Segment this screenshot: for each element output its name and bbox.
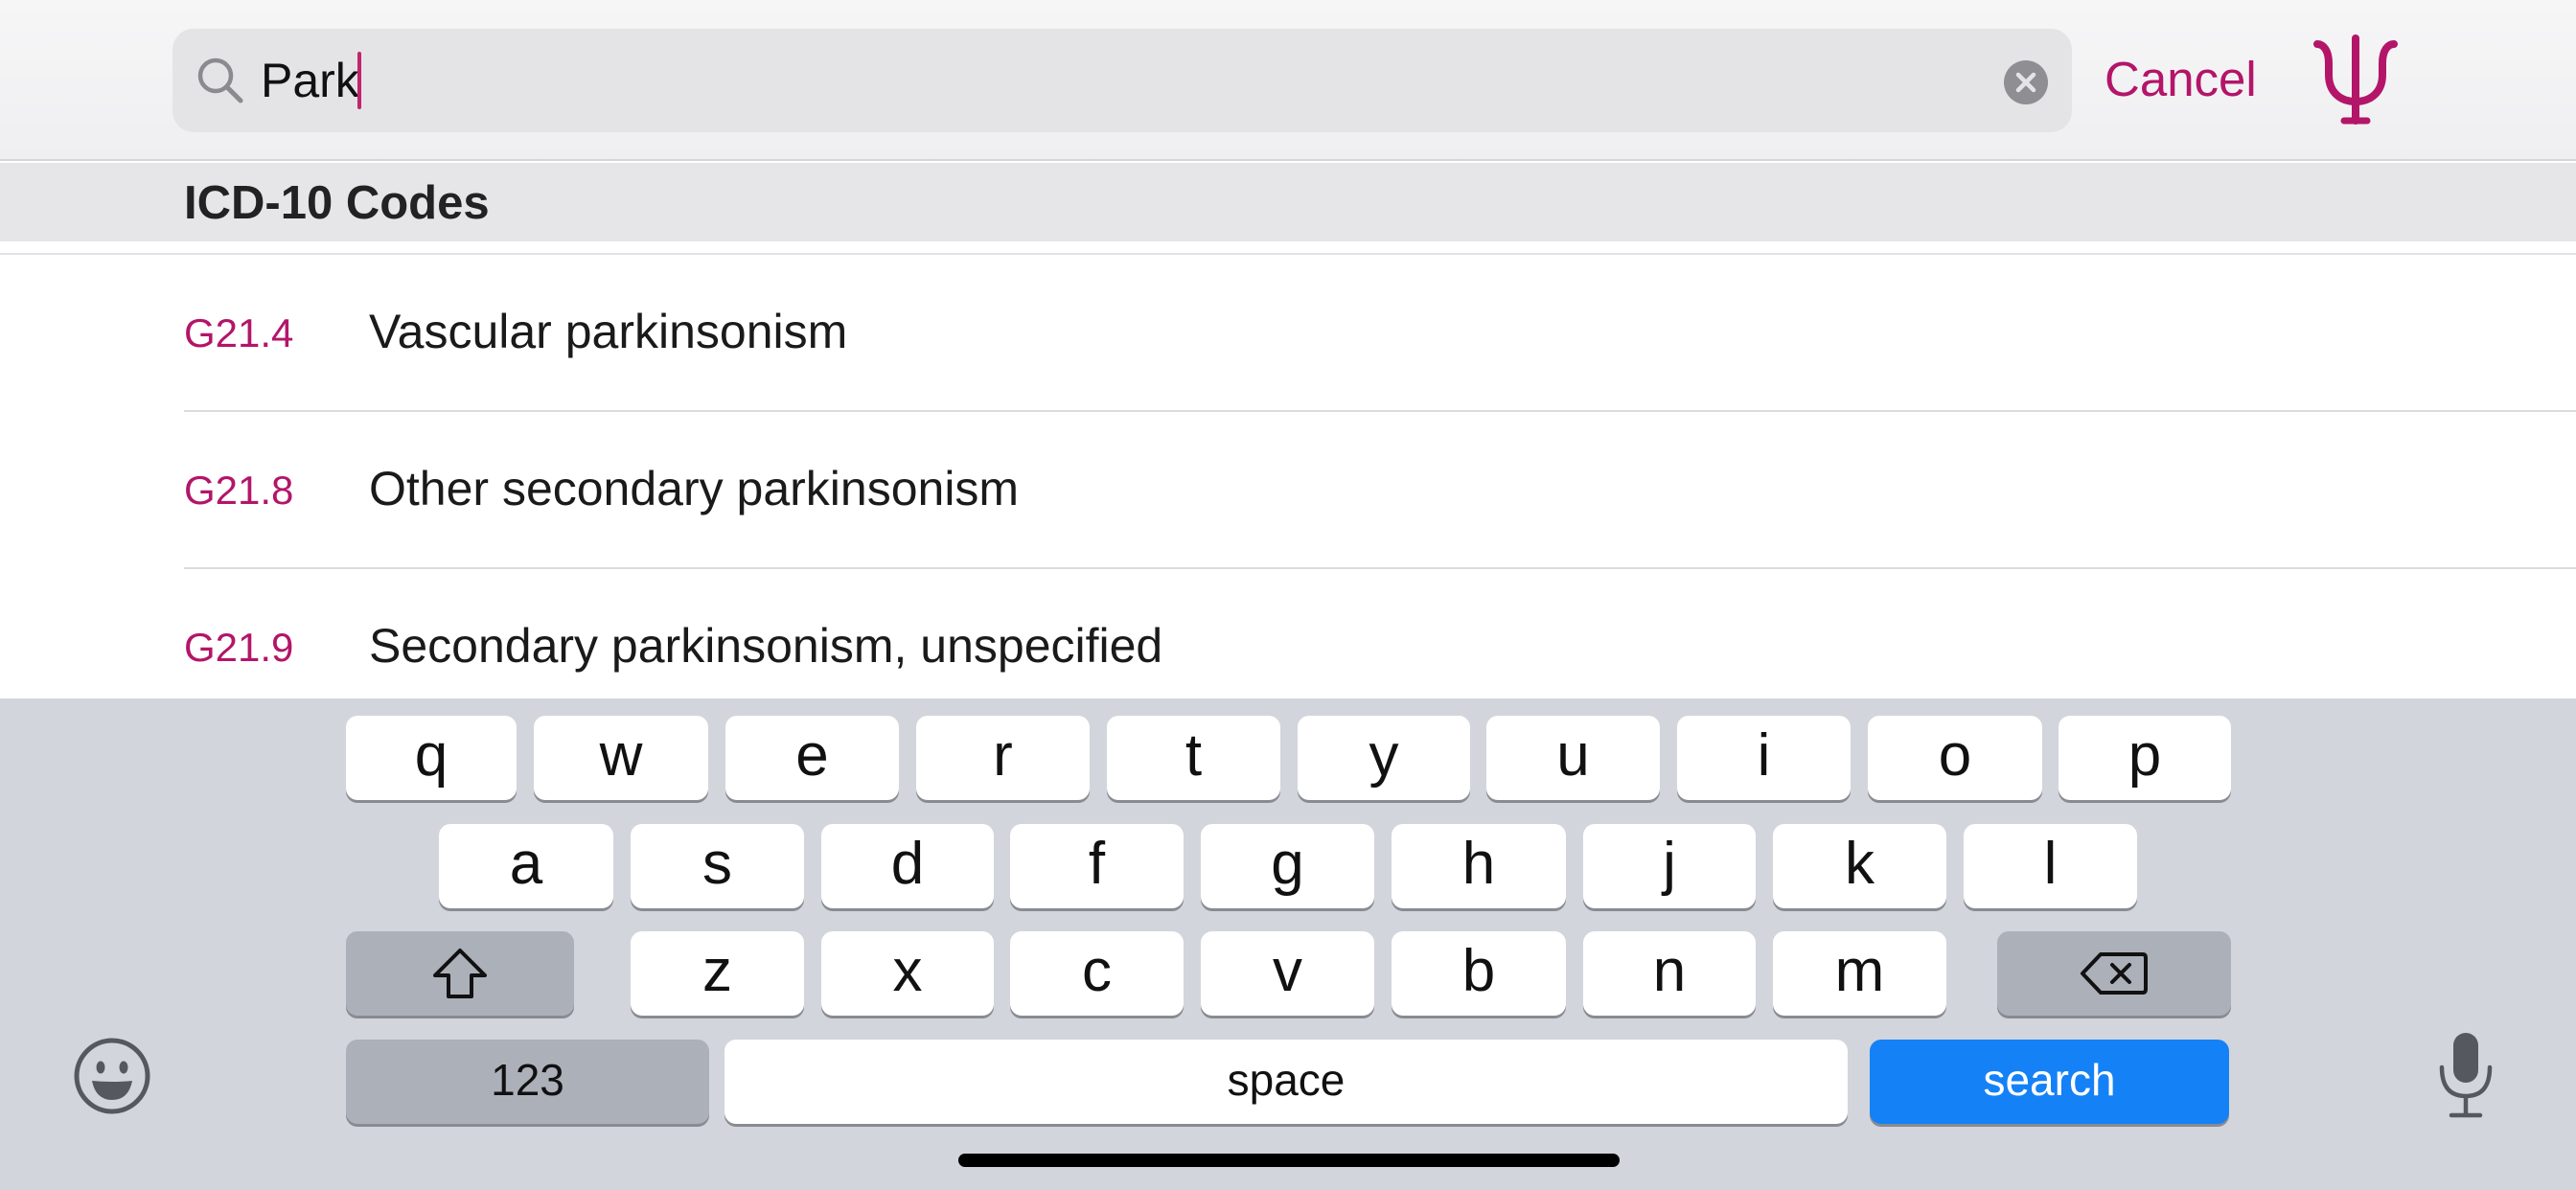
key-i[interactable]: i bbox=[1677, 716, 1851, 800]
key-w[interactable]: w bbox=[534, 716, 708, 800]
search-key[interactable]: search bbox=[1870, 1040, 2229, 1124]
space-key[interactable]: space bbox=[724, 1040, 1848, 1124]
key-n[interactable]: n bbox=[1583, 931, 1756, 1016]
key-r[interactable]: r bbox=[916, 716, 1090, 800]
numbers-key[interactable]: 123 bbox=[346, 1040, 709, 1124]
key-x[interactable]: x bbox=[821, 931, 994, 1016]
microphone-icon[interactable] bbox=[2434, 1029, 2497, 1121]
key-f[interactable]: f bbox=[1010, 824, 1184, 908]
icd-code: G21.8 bbox=[184, 468, 294, 513]
key-v[interactable]: v bbox=[1201, 931, 1374, 1016]
search-bar: Park Cancel bbox=[0, 0, 2576, 161]
icd-code: G21.4 bbox=[184, 310, 294, 355]
search-icon bbox=[197, 57, 243, 103]
key-s[interactable]: s bbox=[631, 824, 804, 908]
cancel-button[interactable]: Cancel bbox=[2104, 48, 2257, 111]
key-q[interactable]: q bbox=[346, 716, 517, 800]
section-title: ICD-10 Codes bbox=[184, 177, 490, 229]
shift-icon bbox=[433, 949, 487, 998]
key-c[interactable]: c bbox=[1010, 931, 1184, 1016]
delete-key[interactable] bbox=[1997, 931, 2231, 1016]
key-e[interactable]: e bbox=[725, 716, 899, 800]
key-k[interactable]: k bbox=[1773, 824, 1946, 908]
key-b[interactable]: b bbox=[1392, 931, 1566, 1016]
psi-logo-icon[interactable] bbox=[2312, 34, 2400, 126]
key-m[interactable]: m bbox=[1773, 931, 1946, 1016]
key-l[interactable]: l bbox=[1964, 824, 2137, 908]
icd-description: Vascular parkinsonism bbox=[369, 305, 848, 358]
result-row[interactable]: G21.4 Vascular parkinsonism bbox=[0, 255, 2576, 412]
onscreen-keyboard: q w e r t y u i o p a s d f g h j k l z … bbox=[0, 698, 2576, 1190]
shift-key[interactable] bbox=[346, 931, 574, 1016]
app-root: Park Cancel ICD-10 Codes G21.4 Vascular … bbox=[0, 0, 2576, 1190]
search-input[interactable]: Park bbox=[172, 29, 2072, 132]
key-t[interactable]: t bbox=[1107, 716, 1280, 800]
search-query-text[interactable]: Park bbox=[261, 50, 359, 111]
icd-code: G21.9 bbox=[184, 625, 294, 670]
home-indicator[interactable] bbox=[958, 1154, 1620, 1167]
key-j[interactable]: j bbox=[1583, 824, 1756, 908]
key-p[interactable]: p bbox=[2058, 716, 2231, 800]
key-g[interactable]: g bbox=[1201, 824, 1374, 908]
icd-description: Secondary parkinsonism, unspecified bbox=[369, 619, 1163, 673]
backspace-icon bbox=[2081, 952, 2148, 995]
key-z[interactable]: z bbox=[631, 931, 804, 1016]
key-y[interactable]: y bbox=[1298, 716, 1470, 800]
key-h[interactable]: h bbox=[1392, 824, 1566, 908]
key-u[interactable]: u bbox=[1486, 716, 1660, 800]
section-header: ICD-10 Codes bbox=[0, 163, 2576, 241]
text-cursor bbox=[357, 52, 361, 109]
emoji-icon[interactable] bbox=[73, 1037, 151, 1115]
key-a[interactable]: a bbox=[439, 824, 613, 908]
key-d[interactable]: d bbox=[821, 824, 994, 908]
key-o[interactable]: o bbox=[1868, 716, 2042, 800]
result-row[interactable]: G21.8 Other secondary parkinsonism bbox=[0, 412, 2576, 569]
icd-description: Other secondary parkinsonism bbox=[369, 462, 1020, 515]
clear-text-icon[interactable] bbox=[2003, 59, 2049, 105]
